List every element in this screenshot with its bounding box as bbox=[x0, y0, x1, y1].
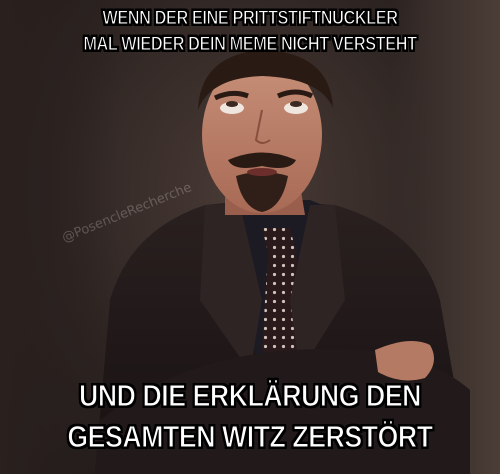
top-caption-line-1: WENN DER EINE PRITTSTIFTNUCKLER bbox=[102, 8, 399, 30]
top-caption-line-2: MAL WIEDER DEIN MEME NICHT VERSTEHT bbox=[83, 34, 418, 56]
top-caption: WENN DER EINE PRITTSTIFTNUCKLER MAL WIED… bbox=[35, 6, 465, 58]
bottom-caption: UND DIE ERKLÄRUNG DEN GESAMTEN WITZ ZERS… bbox=[35, 375, 465, 457]
bottom-caption-line-1: UND DIE ERKLÄRUNG DEN bbox=[78, 378, 422, 414]
bottom-caption-line-2: GESAMTEN WITZ ZERSTÖRT bbox=[67, 419, 434, 455]
meme-image: @PosencleRecherche WENN DER EINE PRITTST… bbox=[0, 0, 500, 474]
